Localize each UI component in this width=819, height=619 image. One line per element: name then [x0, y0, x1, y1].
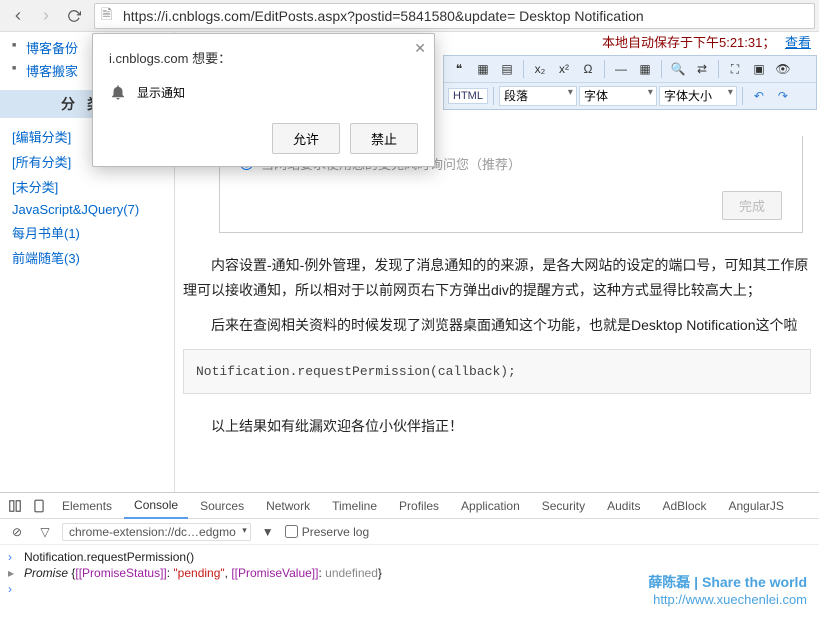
tab-console[interactable]: Console — [124, 493, 188, 519]
inspect-icon[interactable] — [4, 495, 26, 517]
code-block: Notification.requestPermission(callback)… — [183, 349, 811, 394]
close-icon[interactable]: ✕ — [414, 40, 426, 57]
hr-icon[interactable]: — — [610, 59, 632, 79]
preview-icon[interactable]: 👁 — [772, 59, 794, 79]
tab-elements[interactable]: Elements — [52, 493, 122, 519]
tab-adblock[interactable]: AdBlock — [652, 493, 716, 519]
done-button[interactable]: 完成 — [722, 191, 782, 220]
editor-toolbar: ❝ ▦ ▤ x₂ x² Ω — ▦ 🔍 ⇄ ⛶ ▣ 👁 HTML — [443, 55, 817, 110]
sidebar-item-monthly[interactable]: 每月书单(1) — [12, 220, 174, 245]
find-icon[interactable]: 🔍 — [667, 59, 689, 79]
media-icon[interactable]: ▣ — [748, 59, 770, 79]
deny-button[interactable]: 禁止 — [350, 123, 418, 154]
expand-icon[interactable]: ▸ — [8, 566, 18, 580]
forward-button[interactable] — [32, 4, 60, 28]
reload-button[interactable] — [60, 4, 88, 28]
watermark-url: http://www.xuechenlei.com — [648, 592, 807, 607]
html-button[interactable]: HTML — [448, 88, 488, 104]
permission-origin: i.cnblogs.com 想要： — [109, 48, 418, 67]
devtools-filterbar: ⊘ ▽ chrome-extension://dc…edgmo ▼ Preser… — [0, 519, 819, 545]
filter-funnel-icon[interactable]: ▼ — [257, 521, 279, 543]
sup-icon[interactable]: x² — [553, 59, 575, 79]
tab-profiles[interactable]: Profiles — [389, 493, 449, 519]
sidebar-item-js[interactable]: JavaScript&JQuery(7) — [12, 199, 174, 220]
sub-icon[interactable]: x₂ — [529, 59, 551, 79]
prompt-icon: › — [8, 550, 18, 564]
allow-button[interactable]: 允许 — [272, 123, 340, 154]
watermark: 薛陈磊 | Share the world http://www.xuechen… — [648, 572, 807, 607]
page-icon: 🗎 — [101, 4, 117, 28]
quote-icon[interactable]: ❝ — [448, 59, 470, 79]
autosave-text: 本地自动保存于下午5:21:31； — [602, 35, 775, 50]
redo-icon[interactable]: ↷ — [772, 86, 794, 106]
console-input-1: Notification.requestPermission() — [24, 550, 194, 564]
filter-icon[interactable]: ▽ — [34, 521, 56, 543]
prompt-icon[interactable]: › — [8, 582, 18, 596]
tab-angularjs[interactable]: AngularJS — [719, 493, 794, 519]
tab-application[interactable]: Application — [451, 493, 530, 519]
clear-console-icon[interactable]: ⊘ — [6, 521, 28, 543]
browser-navbar: 🗎 https://i.cnblogs.com/EditPosts.aspx?p… — [0, 0, 819, 32]
replace-icon[interactable]: ⇄ — [691, 59, 713, 79]
fontsize-select[interactable]: 字体大小 — [659, 86, 737, 106]
paragraph-2: 后来在查阅相关资料的时候发现了浏览器桌面通知这个功能，也就是Desktop No… — [183, 313, 811, 338]
undo-icon[interactable]: ↶ — [748, 86, 770, 106]
paragraph-3: 以上结果如有纰漏欢迎各位小伙伴指正！ — [183, 414, 811, 439]
context-select[interactable]: chrome-extension://dc…edgmo — [62, 523, 251, 541]
paragraph-1: 内容设置-通知-例外管理，发现了消息通知的的来源，是各大网站的设定的端口号，可知… — [183, 253, 811, 303]
autosave-bar: 本地自动保存于下午5:21:31； 查看 — [443, 32, 819, 51]
autosave-view-link[interactable]: 查看 — [785, 35, 811, 50]
tab-timeline[interactable]: Timeline — [322, 493, 387, 519]
tab-audits[interactable]: Audits — [597, 493, 650, 519]
preserve-log-label: Preserve log — [302, 525, 369, 539]
permission-dialog: ✕ i.cnblogs.com 想要： 显示通知 允许 禁止 — [92, 33, 435, 167]
back-button[interactable] — [4, 4, 32, 28]
devtools-tabs: Elements Console Sources Network Timelin… — [0, 493, 819, 519]
omega-icon[interactable]: Ω — [577, 59, 599, 79]
article-text: 内容设置-通知-例外管理，发现了消息通知的的来源，是各大网站的设定的端口号，可知… — [183, 233, 819, 439]
tab-security[interactable]: Security — [532, 493, 595, 519]
table-icon[interactable]: ▦ — [634, 59, 656, 79]
block-icon[interactable]: ▦ — [472, 59, 494, 79]
permission-label: 显示通知 — [137, 84, 185, 101]
fullscreen-icon[interactable]: ⛶ — [724, 59, 746, 79]
format-select[interactable]: 段落 — [499, 86, 577, 106]
console-output-1: Promise {[[PromiseStatus]]: "pending", [… — [24, 566, 382, 580]
font-select[interactable]: 字体 — [579, 86, 657, 106]
code-icon[interactable]: ▤ — [496, 59, 518, 79]
url-bar[interactable]: 🗎 https://i.cnblogs.com/EditPosts.aspx?p… — [94, 3, 815, 29]
url-text: https://i.cnblogs.com/EditPosts.aspx?pos… — [123, 8, 644, 24]
tab-network[interactable]: Network — [256, 493, 320, 519]
device-icon[interactable] — [28, 495, 50, 517]
bell-icon — [109, 83, 127, 101]
sidebar-item-frontend[interactable]: 前端随笔(3) — [12, 245, 174, 270]
tab-sources[interactable]: Sources — [190, 493, 254, 519]
sidebar-item-uncat[interactable]: [未分类] — [12, 174, 174, 199]
preserve-log-checkbox[interactable] — [285, 525, 298, 538]
watermark-title: 薛陈磊 | Share the world — [648, 572, 807, 592]
preserve-log[interactable]: Preserve log — [285, 525, 369, 539]
